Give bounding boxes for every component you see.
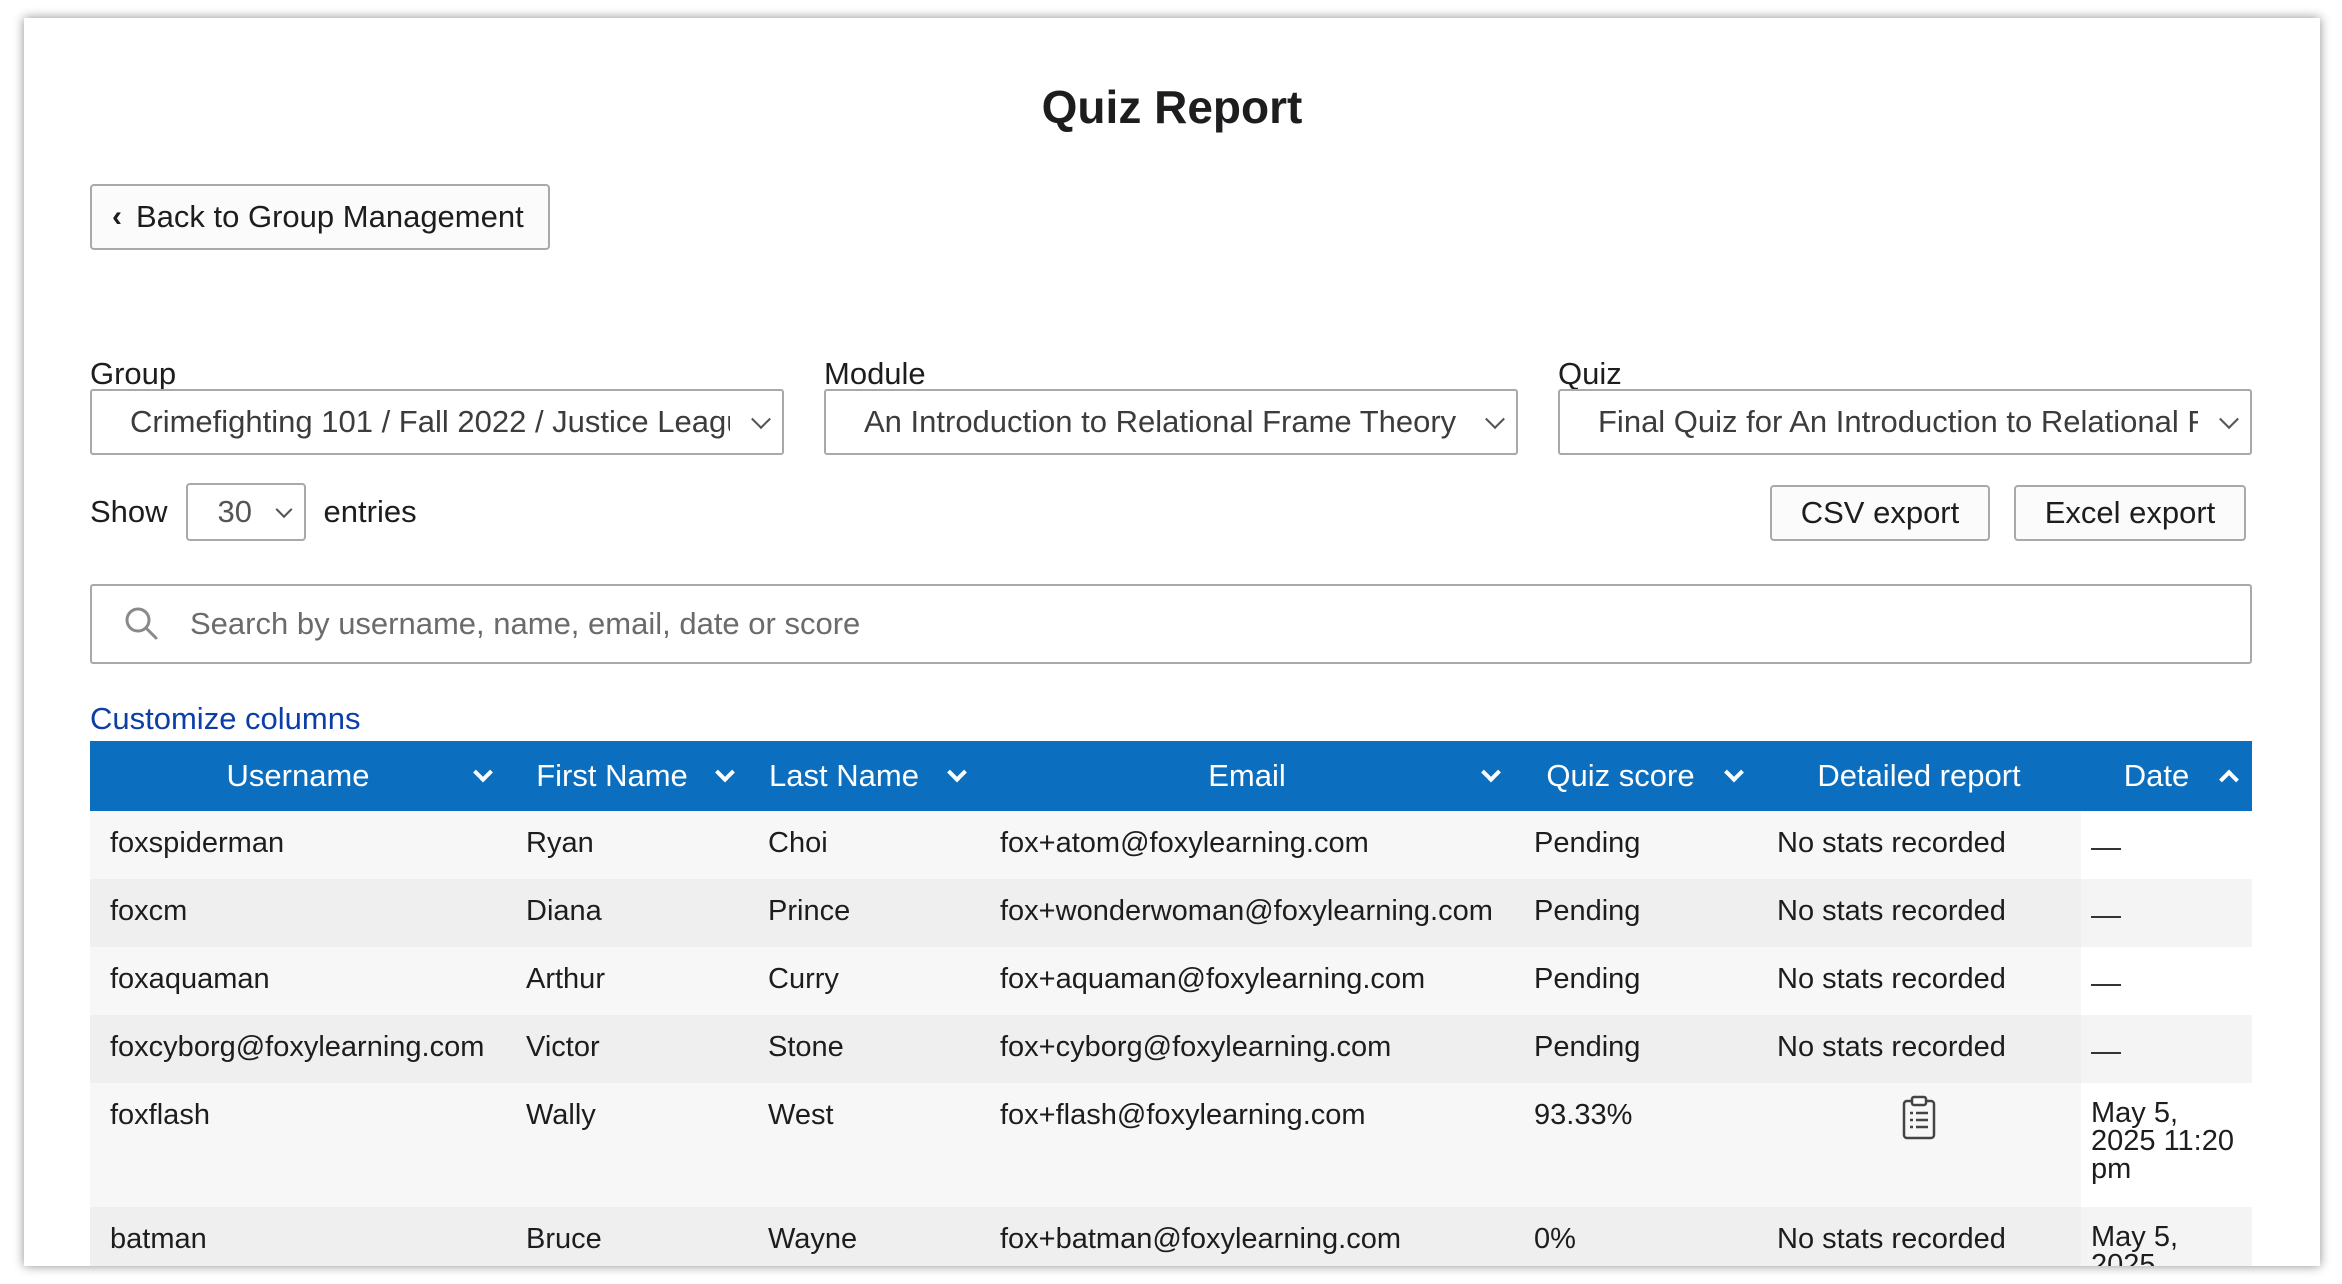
cell-last-name: West <box>748 1083 980 1207</box>
column-header-last-name[interactable]: Last Name <box>748 741 980 811</box>
table-row: foxcyborg@foxylearning.com Victor Stone … <box>90 1015 2252 1083</box>
chevron-down-icon <box>275 501 293 519</box>
cell-last-name: Wayne <box>748 1207 980 1266</box>
cell-quiz-score: Pending <box>1514 1015 1757 1083</box>
table-row: foxflash Wally West fox+flash@foxylearni… <box>90 1083 2252 1207</box>
show-label: Show <box>90 494 168 529</box>
cell-first-name: Victor <box>506 1015 748 1083</box>
column-header-first-name[interactable]: First Name <box>506 741 748 811</box>
cell-first-name: Ryan <box>506 811 748 879</box>
sort-down-icon <box>1724 762 1744 783</box>
clipboard-icon[interactable] <box>1901 1095 1937 1149</box>
quiz-label: Quiz <box>1558 356 1622 391</box>
cell-detailed-report: No stats recorded <box>1757 947 2081 1015</box>
cell-detailed-report: No stats recorded <box>1757 811 2081 879</box>
search-icon <box>120 604 168 644</box>
search-box <box>90 584 2252 664</box>
cell-quiz-score: Pending <box>1514 879 1757 947</box>
report-window: Quiz Report ‹ Back to Group Management G… <box>24 18 2320 1266</box>
empty-dash <box>2091 984 2121 986</box>
excel-export-button[interactable]: Excel export <box>2014 485 2246 541</box>
cell-email: fox+batman@foxylearning.com <box>980 1207 1514 1266</box>
column-header-email[interactable]: Email <box>980 741 1514 811</box>
cell-quiz-score: Pending <box>1514 811 1757 879</box>
table-row: foxcm Diana Prince fox+wonderwoman@foxyl… <box>90 879 2252 947</box>
empty-dash <box>2091 1052 2121 1054</box>
search-input[interactable] <box>188 605 2250 643</box>
empty-dash <box>2091 848 2121 850</box>
group-select[interactable]: Crimefighting 101 / Fall 2022 / Justice … <box>90 389 784 455</box>
column-header-quiz-score[interactable]: Quiz score <box>1514 741 1757 811</box>
cell-detailed-report: No stats recorded <box>1757 1015 2081 1083</box>
chevron-down-icon <box>2219 409 2239 430</box>
cell-detailed-report: No stats recorded <box>1757 1207 2081 1266</box>
back-to-group-management-button[interactable]: ‹ Back to Group Management <box>90 184 550 250</box>
back-button-label: Back to Group Management <box>136 199 524 234</box>
cell-username: foxspiderman <box>90 811 506 879</box>
column-header-username[interactable]: Username <box>90 741 506 811</box>
cell-email: fox+aquaman@foxylearning.com <box>980 947 1514 1015</box>
table-header-row: Username First Name Last Name Email Quiz… <box>90 741 2252 811</box>
table-row: foxaquaman Arthur Curry fox+aquaman@foxy… <box>90 947 2252 1015</box>
sort-down-icon <box>715 762 735 783</box>
cell-detailed-report <box>1757 1083 2081 1207</box>
cell-date-empty <box>2081 879 2252 947</box>
column-header-date[interactable]: Date <box>2081 741 2252 811</box>
cell-last-name: Curry <box>748 947 980 1015</box>
sort-down-icon <box>473 762 493 783</box>
empty-dash <box>2091 916 2121 918</box>
module-select-value: An Introduction to Relational Frame Theo… <box>864 404 1457 439</box>
cell-username: foxaquaman <box>90 947 506 1015</box>
cell-username: foxcm <box>90 879 506 947</box>
cell-first-name: Bruce <box>506 1207 748 1266</box>
cell-quiz-score: Pending <box>1514 947 1757 1015</box>
cell-last-name: Choi <box>748 811 980 879</box>
quiz-select-value: Final Quiz for An Introduction to Relati… <box>1598 404 2198 439</box>
cell-username: batman <box>90 1207 506 1266</box>
quiz-report-table: Username First Name Last Name Email Quiz… <box>90 741 2252 1266</box>
cell-username: foxcyborg@foxylearning.com <box>90 1015 506 1083</box>
cell-date: May 5, 2025 <box>2081 1207 2252 1266</box>
csv-export-button[interactable]: CSV export <box>1770 485 1990 541</box>
entries-value: 30 <box>217 494 253 529</box>
cell-last-name: Prince <box>748 879 980 947</box>
cell-email: fox+flash@foxylearning.com <box>980 1083 1514 1207</box>
cell-username: foxflash <box>90 1083 506 1207</box>
module-select[interactable]: An Introduction to Relational Frame Theo… <box>824 389 1518 455</box>
table-row: foxspiderman Ryan Choi fox+atom@foxylear… <box>90 811 2252 879</box>
entries-control: Show 30 entries <box>90 483 417 541</box>
cell-email: fox+wonderwoman@foxylearning.com <box>980 879 1514 947</box>
customize-columns-link[interactable]: Customize columns <box>90 701 360 737</box>
cell-last-name: Stone <box>748 1015 980 1083</box>
cell-first-name: Diana <box>506 879 748 947</box>
group-label: Group <box>90 356 177 391</box>
chevron-left-icon: ‹ <box>112 200 122 233</box>
chevron-down-icon <box>751 409 771 430</box>
cell-first-name: Arthur <box>506 947 748 1015</box>
cell-date-empty <box>2081 811 2252 879</box>
column-header-detailed-report: Detailed report <box>1757 741 2081 811</box>
cell-date: May 5, 2025 11:20 pm <box>2081 1083 2252 1207</box>
cell-email: fox+cyborg@foxylearning.com <box>980 1015 1514 1083</box>
cell-email: fox+atom@foxylearning.com <box>980 811 1514 879</box>
cell-detailed-report: No stats recorded <box>1757 879 2081 947</box>
table-row: batman Bruce Wayne fox+batman@foxylearni… <box>90 1207 2252 1266</box>
chevron-down-icon <box>1485 409 1505 430</box>
entries-label: entries <box>323 494 417 529</box>
sort-down-icon <box>947 762 967 783</box>
cell-first-name: Wally <box>506 1083 748 1207</box>
sort-down-icon <box>1481 762 1501 783</box>
cell-date-empty <box>2081 947 2252 1015</box>
module-label: Module <box>824 356 926 391</box>
page-title: Quiz Report <box>1041 81 1303 133</box>
cell-quiz-score: 0% <box>1514 1207 1757 1266</box>
cell-date-empty <box>2081 1015 2252 1083</box>
entries-per-page-select[interactable]: 30 <box>185 483 306 541</box>
cell-quiz-score: 93.33% <box>1514 1083 1757 1207</box>
quiz-select[interactable]: Final Quiz for An Introduction to Relati… <box>1558 389 2252 455</box>
sort-up-icon <box>2219 769 2239 790</box>
group-select-value: Crimefighting 101 / Fall 2022 / Justice … <box>130 404 730 439</box>
